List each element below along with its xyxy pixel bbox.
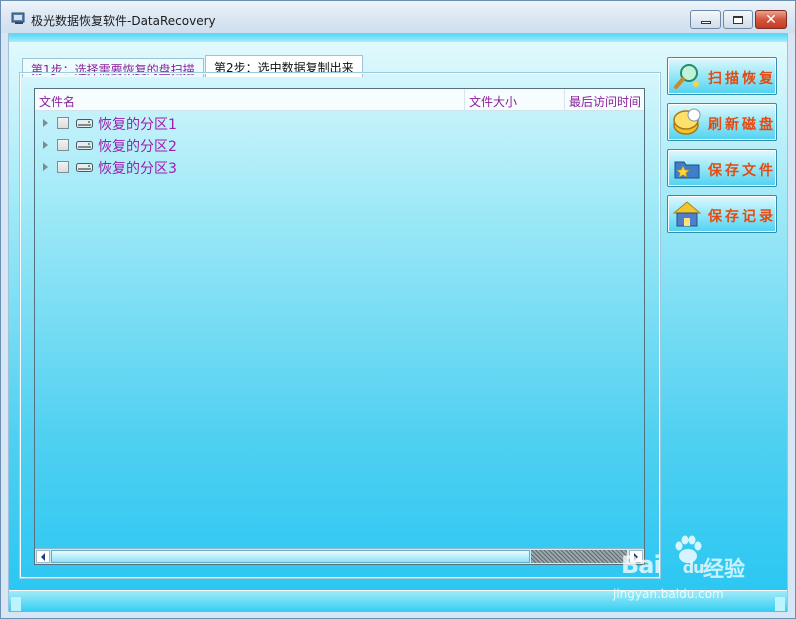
row-checkbox[interactable] [57, 161, 69, 173]
save-file-button[interactable]: 保存文件 [667, 149, 777, 187]
refresh-disk-icon [673, 108, 701, 135]
maximize-button[interactable] [723, 10, 753, 29]
title-bar[interactable]: 极光数据恢复软件-DataRecovery ✕ [1, 1, 795, 33]
folder-star-icon [674, 161, 700, 179]
row-label: 恢复的分区1 [98, 117, 177, 133]
status-bar-left-grip [11, 597, 21, 611]
row-label: 恢复的分区3 [98, 161, 177, 177]
refresh-disk-label: 刷新磁盘 [708, 117, 776, 133]
minimize-icon [700, 21, 711, 24]
column-file-name[interactable]: 文件名 [35, 89, 465, 111]
save-file-label: 保存文件 [708, 163, 776, 179]
drive-icon [76, 141, 93, 150]
close-button[interactable]: ✕ [755, 10, 787, 29]
scroll-thumb[interactable] [51, 550, 530, 563]
close-icon: ✕ [765, 11, 777, 28]
row-checkbox[interactable] [57, 117, 69, 129]
watermark-url: jingyan.baidu.com [613, 587, 724, 601]
app-icon [11, 12, 25, 24]
minimize-button[interactable] [690, 10, 721, 29]
house-icon [672, 201, 702, 227]
save-record-button[interactable]: 保存记录 [667, 195, 777, 233]
tree-row[interactable]: 恢复的分区3 [35, 157, 335, 177]
app-window: 极光数据恢复软件-DataRecovery ✕ 第1步：选择需要恢复的盘扫描 第… [0, 0, 796, 619]
magnifier-icon [674, 64, 699, 89]
file-tree[interactable]: 文件名 文件大小 最后访问时间 恢复的分区1 恢复的分区2 恢复的分区3 [34, 88, 645, 565]
status-bar-right-grip [775, 597, 785, 611]
drive-icon [76, 119, 93, 128]
tree-row[interactable]: 恢复的分区1 [35, 113, 335, 133]
expand-arrow-icon[interactable] [43, 119, 48, 127]
watermark-brand-du: du [682, 558, 705, 577]
scroll-left-button[interactable] [36, 550, 50, 563]
horizontal-scrollbar[interactable] [35, 548, 644, 564]
scan-recover-button[interactable]: 扫描恢复 [667, 57, 777, 95]
column-header: 文件名 文件大小 最后访问时间 [35, 89, 644, 111]
expand-arrow-icon[interactable] [43, 163, 48, 171]
scan-recover-label: 扫描恢复 [708, 71, 776, 87]
watermark-brand-bai: Bai [621, 551, 662, 579]
main-client-area: 第1步：选择需要恢复的盘扫描 第2步：选中数据复制出来 文件名 文件大小 最后访… [8, 33, 788, 612]
row-checkbox[interactable] [57, 139, 69, 151]
refresh-disk-button[interactable]: 刷新磁盘 [667, 103, 777, 141]
watermark-chinese: 经验 [703, 557, 745, 581]
row-label: 恢复的分区2 [98, 139, 177, 155]
maximize-icon [733, 15, 743, 24]
baidu-watermark: Bai du 经验 jingyan.baidu.com [611, 533, 761, 603]
watermark-brand: Bai du [621, 551, 705, 579]
drive-icon [76, 163, 93, 172]
tree-row[interactable]: 恢复的分区2 [35, 135, 335, 155]
top-strip [9, 34, 787, 42]
window-title: 极光数据恢复软件-DataRecovery [31, 14, 216, 28]
arrow-left-icon [41, 552, 45, 561]
save-record-label: 保存记录 [708, 209, 776, 225]
column-file-size[interactable]: 文件大小 [465, 89, 565, 111]
column-last-access[interactable]: 最后访问时间 [565, 89, 644, 111]
expand-arrow-icon[interactable] [43, 141, 48, 149]
